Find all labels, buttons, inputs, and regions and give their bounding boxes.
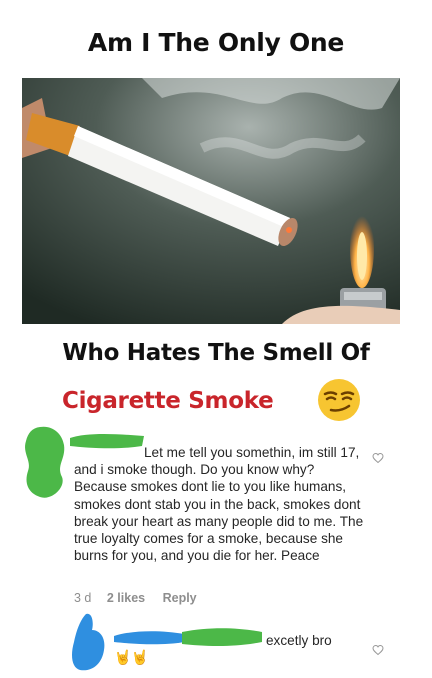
meme-title-line-1: Am I The Only One [87, 28, 345, 57]
censored-reply-avatar [72, 613, 105, 671]
like-heart-icon[interactable] [372, 452, 384, 464]
meme-title-line-2: Who Hates The Smell Of [62, 340, 370, 366]
rock-on-emoji: 🤘🤘 [114, 649, 149, 665]
likes-count-button[interactable]: 2 likes [107, 591, 145, 605]
comment-time: 3 d [74, 591, 92, 605]
reply-like-heart-icon[interactable] [372, 644, 384, 656]
reply-body: excetly bro [266, 633, 332, 648]
censored-avatar [25, 426, 65, 498]
comment-body: Let me tell you somethin, im still 17, a… [74, 445, 364, 564]
reply-button[interactable]: Reply [163, 591, 197, 605]
cigarette-photo [22, 78, 400, 324]
meme-title-line-3: Cigarette Smoke [62, 388, 274, 414]
comment-meta: 3 d 2 likes Reply [74, 591, 211, 605]
censored-reply-username [114, 628, 262, 646]
smirking-face-emoji [318, 379, 360, 421]
